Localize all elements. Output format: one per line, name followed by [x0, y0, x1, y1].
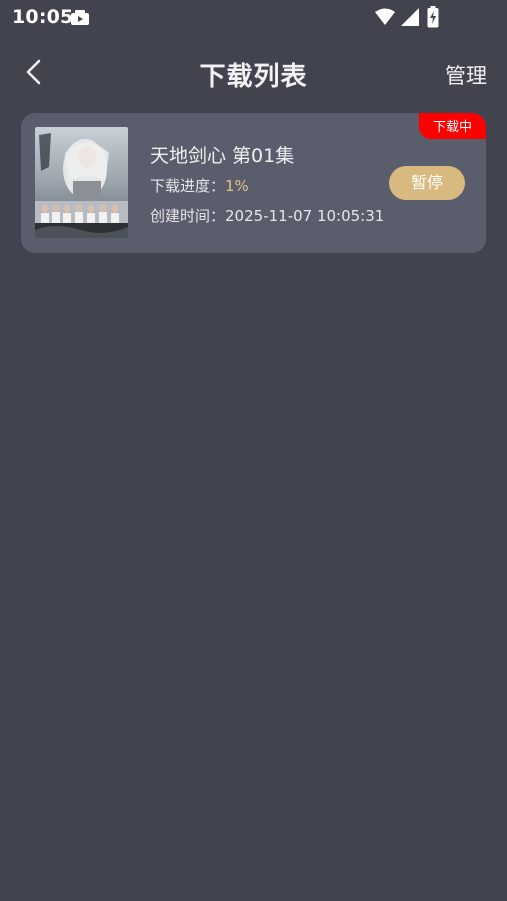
download-progress: 下载进度：1% [150, 175, 249, 196]
status-badge: 下载中 [418, 113, 486, 139]
manage-button[interactable]: 管理 [445, 60, 487, 90]
download-title: 天地剑心 第01集 [150, 145, 295, 167]
signal-icon [401, 8, 419, 26]
page-title: 下载列表 [199, 62, 308, 92]
status-time: 10:05 [12, 6, 74, 28]
download-item-card[interactable]: 下载中 天地剑心 第01集 下载进度：1% 创建时间：2025-11-07 10… [21, 113, 486, 253]
created-time: 创建时间：2025-11-07 10:05:31 [150, 205, 384, 226]
battery-charging-icon [427, 6, 439, 28]
progress-value: 1% [225, 177, 249, 195]
wifi-icon [375, 8, 395, 25]
created-value: 2025-11-07 10:05:31 [225, 207, 385, 225]
poster-image [35, 127, 128, 238]
status-bar: 10:05 [0, 0, 507, 36]
pause-button[interactable]: 暂停 [389, 166, 465, 200]
episode-thumbnail[interactable] [35, 127, 128, 238]
app-notification-icon [71, 10, 89, 25]
header: 下载列表 管理 [0, 44, 507, 102]
progress-label: 下载进度： [150, 177, 226, 195]
created-label: 创建时间： [150, 207, 226, 225]
